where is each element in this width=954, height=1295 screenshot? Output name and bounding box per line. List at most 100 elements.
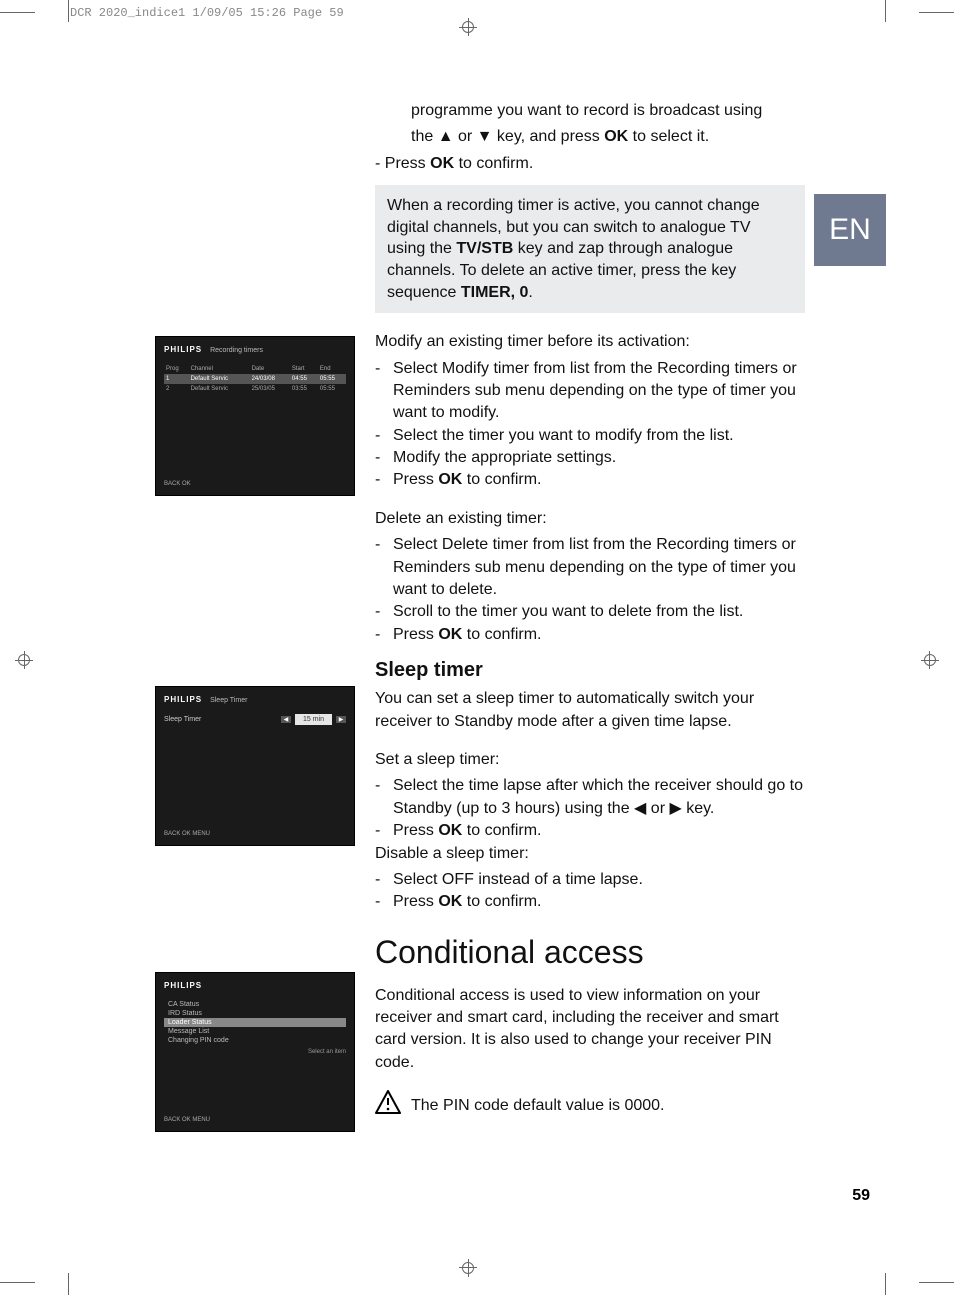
warning-icon [375, 1090, 401, 1121]
tvstb-bold: TV/STB [456, 240, 513, 257]
modify-title: Modify an existing timer before its acti… [375, 331, 805, 353]
modify-list: -Select Modify timer from list from the … [375, 358, 805, 492]
ok-bold: OK [604, 128, 628, 145]
crop-mark [885, 1273, 886, 1295]
cell: 2 [164, 384, 189, 394]
list-item: IRD Status [164, 1009, 346, 1018]
cell: 24/03/08 [250, 374, 290, 384]
brand-label: PHILIPS [164, 981, 202, 990]
pin-warning: The PIN code default value is 0000. [375, 1090, 805, 1121]
list-item: Press OK to confirm. [393, 820, 805, 842]
table-row: 1 Default Servic 24/03/08 04:55 05:55 [164, 374, 346, 384]
list-item: CA Status [164, 1000, 346, 1009]
text-span: - Press [375, 155, 430, 172]
timers-table: Prog Channel Date Start End 1 Default Se… [164, 364, 346, 394]
conditional-access-desc: Conditional access is used to view infor… [375, 985, 805, 1075]
list-item: Press OK to confirm. [393, 469, 805, 491]
footer-hints: BACK OK [164, 481, 191, 487]
page-number: 59 [852, 1187, 870, 1205]
sleep-desc: You can set a sleep timer to automatical… [375, 688, 805, 733]
list-item: Loader Status [164, 1018, 346, 1027]
delete-title: Delete an existing timer: [375, 508, 805, 530]
text-span: to confirm. [454, 155, 533, 172]
sleep-heading: Sleep timer [375, 656, 805, 684]
screenshot-sleep-timer: PHILIPS Sleep Timer Sleep Timer ◀ 15 min… [155, 686, 355, 846]
cell: Default Servic [189, 374, 250, 384]
cell: 05:55 [318, 374, 346, 384]
text-span: to select it. [628, 128, 709, 145]
registration-cross [468, 18, 469, 36]
intro-line1: programme you want to record is broadcas… [375, 100, 805, 122]
crop-mark [68, 0, 69, 22]
conditional-access-heading: Conditional access [375, 930, 805, 975]
footer-hints: BACK OK MENU [164, 1117, 210, 1123]
text-span: Press [393, 626, 438, 643]
pin-warning-text: The PIN code default value is 0000. [411, 1095, 665, 1117]
crop-mark [919, 1282, 954, 1283]
cell: 03:55 [290, 384, 318, 394]
screen-title: Sleep Timer [210, 697, 247, 704]
table-row: 2 Default Servic 25/03/05 03:55 05:55 [164, 384, 346, 394]
hint-text: Select an item [164, 1049, 346, 1055]
text-span: to confirm. [462, 626, 541, 643]
crop-mark [885, 0, 886, 22]
list-item: Select Delete timer from list from the R… [393, 534, 805, 601]
ca-menu-list: CA Status IRD Status Loader Status Messa… [164, 1000, 346, 1045]
language-tab: EN [814, 194, 886, 266]
main-content: programme you want to record is broadcas… [375, 100, 805, 1125]
cell: 04:55 [290, 374, 318, 384]
ok-bold: OK [438, 822, 462, 839]
text-span: Press [393, 471, 438, 488]
list-item: Press OK to confirm. [393, 624, 805, 646]
list-item: Message List [164, 1027, 346, 1036]
brand-label: PHILIPS [164, 345, 202, 354]
col-prog: Prog [164, 364, 189, 374]
right-arrow-icon: ▶ [336, 716, 346, 723]
sleep-disable-title: Disable a sleep timer: [375, 843, 805, 865]
sleep-disable-list: -Select OFF instead of a time lapse. - P… [375, 869, 805, 914]
left-arrow-icon: ◀ [281, 716, 291, 723]
text-span: to confirm. [462, 822, 541, 839]
sleep-timer-row: Sleep Timer ◀ 15 min ▶ [164, 714, 346, 725]
screenshot-recording-timers: PHILIPS Recording timers Prog Channel Da… [155, 336, 355, 496]
sleep-set-list: -Select the time lapse after which the r… [375, 775, 805, 842]
intro-line2: the ▲ or ▼ key, and press OK to select i… [375, 126, 805, 148]
text-span: Press [393, 822, 438, 839]
crop-mark [68, 1273, 69, 1295]
delete-list: -Select Delete timer from list from the … [375, 534, 805, 646]
list-item: Select the timer you want to modify from… [393, 425, 805, 447]
text-span: the ▲ or ▼ key, and press [411, 128, 604, 145]
col-start: Start [290, 364, 318, 374]
col-channel: Channel [189, 364, 250, 374]
row-label: Sleep Timer [164, 716, 277, 723]
screenshot-conditional-access: PHILIPS CA Status IRD Status Loader Stat… [155, 972, 355, 1132]
ok-bold: OK [438, 626, 462, 643]
list-item: Modify the appropriate settings. [393, 447, 805, 469]
sleep-set-title: Set a sleep timer: [375, 749, 805, 771]
list-item: Select the time lapse after which the re… [393, 775, 805, 820]
text-span: Press [393, 893, 438, 910]
list-item: Select OFF instead of a time lapse. [393, 869, 805, 891]
list-item: Press OK to confirm. [393, 891, 805, 913]
footer-hints: BACK OK MENU [164, 831, 210, 837]
col-date: Date [250, 364, 290, 374]
registration-cross [24, 651, 25, 669]
ok-bold: OK [430, 155, 454, 172]
list-item: Select Modify timer from list from the R… [393, 358, 805, 425]
cell: Default Servic [189, 384, 250, 394]
cell: 1 [164, 374, 189, 384]
brand-label: PHILIPS [164, 695, 202, 704]
crop-mark [919, 12, 954, 13]
text-span: to confirm. [462, 893, 541, 910]
preflight-header: DCR 2020_indice1 1/09/05 15:26 Page 59 [70, 6, 344, 20]
list-item: Scroll to the timer you want to delete f… [393, 601, 805, 623]
text-span: to confirm. [462, 471, 541, 488]
col-end: End [318, 364, 346, 374]
list-item: Changing PIN code [164, 1036, 346, 1045]
registration-cross [929, 651, 930, 669]
screen-title: Recording timers [210, 347, 263, 354]
crop-mark [0, 1282, 35, 1283]
intro-confirm: - Press OK to confirm. [375, 153, 805, 175]
note-box: When a recording timer is active, you ca… [375, 185, 805, 313]
cell: 25/03/05 [250, 384, 290, 394]
